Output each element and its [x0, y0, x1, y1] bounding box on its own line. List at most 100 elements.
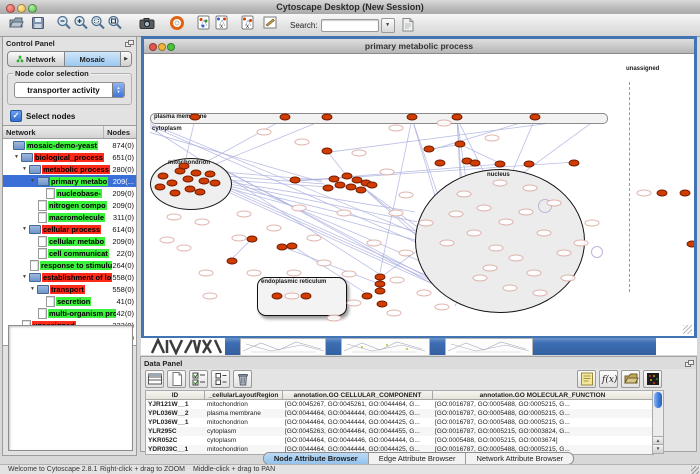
- graph-node[interactable]: [205, 171, 216, 178]
- zoom-in-icon[interactable]: [73, 15, 89, 31]
- tree-row-secretion[interactable]: secretion41(0): [3, 295, 136, 307]
- graph-node[interactable]: [680, 190, 691, 197]
- notes-icon[interactable]: [577, 370, 596, 388]
- canvas-resize-grip[interactable]: [683, 325, 692, 334]
- zoom-out-icon[interactable]: [56, 15, 72, 31]
- layout-card-icon[interactable]: x: [214, 15, 230, 31]
- background-window-sliver[interactable]: [240, 338, 326, 355]
- background-window-sliver[interactable]: [341, 338, 430, 355]
- network-window-titlebar[interactable]: primary metabolic process: [144, 39, 694, 54]
- save-session-icon[interactable]: [30, 15, 46, 31]
- table-scrollbar[interactable]: ▲ ▼: [652, 390, 664, 454]
- expand-arrow-icon[interactable]: ▼: [21, 274, 28, 280]
- graph-node[interactable]: [290, 177, 301, 184]
- graph-node[interactable]: [524, 161, 535, 168]
- graph-node[interactable]: [367, 182, 378, 189]
- graph-node[interactable]: [657, 190, 668, 197]
- filter-doc-icon[interactable]: [400, 17, 416, 33]
- graph-node[interactable]: [362, 293, 373, 300]
- background-window-sliver[interactable]: [141, 338, 149, 355]
- more-tabs-button[interactable]: ▶: [120, 52, 131, 66]
- float-data-panel-icon[interactable]: [685, 360, 693, 367]
- background-window-sliver[interactable]: [326, 338, 341, 355]
- graph-node[interactable]: [190, 114, 201, 121]
- table-row[interactable]: YLR295Ccytoplasm[GO:0045263, GO:0044464,…: [146, 427, 653, 436]
- graph-node[interactable]: [183, 176, 194, 183]
- delete-attribute-icon[interactable]: [233, 370, 252, 388]
- tab-edge-attribute-browser[interactable]: Edge Attribute Browser: [368, 453, 466, 464]
- unselect-attributes-icon[interactable]: [211, 370, 230, 388]
- zoom-selected-icon[interactable]: [90, 15, 106, 31]
- tree-row-macromolecule[interactable]: macromolecule311(0): [3, 211, 136, 223]
- graph-node[interactable]: [530, 114, 541, 121]
- edge[interactable]: [202, 119, 285, 165]
- tab-network-attribute-browser[interactable]: Network Attribute Browser: [465, 453, 573, 464]
- matrix-icon[interactable]: [643, 370, 662, 388]
- tree-row-metabolic-process[interactable]: ▼metabolic process280(0): [3, 163, 136, 175]
- edge[interactable]: [229, 186, 419, 232]
- edit-card-icon[interactable]: [262, 15, 278, 31]
- graph-node[interactable]: [210, 180, 221, 187]
- open-file-icon[interactable]: [8, 15, 24, 31]
- graph-node[interactable]: [435, 160, 446, 167]
- graph-node[interactable]: [155, 184, 166, 191]
- graph-node[interactable]: [687, 241, 695, 248]
- attribute-table-icon[interactable]: [145, 370, 164, 388]
- graph-node[interactable]: [470, 160, 481, 167]
- table-row[interactable]: YKR052Ccytoplasm[GO:0044464, GO:0044446,…: [146, 436, 653, 445]
- table-row[interactable]: YPL036W__1mitochondrion[GO:0044464, GO:0…: [146, 418, 653, 427]
- search-dropdown-button[interactable]: ▼: [381, 18, 395, 33]
- graph-node[interactable]: [199, 178, 210, 185]
- graph-node[interactable]: [179, 163, 190, 170]
- tree-row-response-to-stimulu[interactable]: response to stimulu264(0): [3, 259, 136, 271]
- zoom-fit-icon[interactable]: [107, 15, 123, 31]
- tree-row-cell-communicat[interactable]: cell communicat22(0): [3, 247, 136, 259]
- new-attribute-icon[interactable]: [167, 370, 186, 388]
- tab-network[interactable]: Network: [8, 52, 64, 66]
- search-input[interactable]: [321, 19, 379, 32]
- graph-node[interactable]: [191, 170, 202, 177]
- graph-node[interactable]: [247, 236, 258, 243]
- graph-node[interactable]: [323, 185, 334, 192]
- color-attribute-dropdown[interactable]: transporter activity ▲▼: [14, 82, 125, 98]
- graph-node[interactable]: [375, 274, 386, 281]
- scrollbar-thumb[interactable]: [654, 392, 662, 408]
- tree-row-primary-metabo[interactable]: ▼primary metabo209(...: [3, 175, 136, 187]
- tree-row-nucleobase-[interactable]: nucleobase-209(0): [3, 187, 136, 199]
- graph-node[interactable]: [375, 281, 386, 288]
- background-window-sliver[interactable]: [533, 338, 656, 355]
- graph-node[interactable]: [301, 293, 312, 300]
- graph-node[interactable]: [227, 258, 238, 265]
- graph-node[interactable]: [407, 114, 418, 121]
- graph-node[interactable]: [280, 114, 291, 121]
- float-panel-icon[interactable]: [125, 40, 133, 47]
- edge[interactable]: [186, 119, 195, 159]
- tree-row-multi-organism-pro[interactable]: multi-organism pro42(0): [3, 307, 136, 319]
- select-attributes-icon[interactable]: [189, 370, 208, 388]
- formula-builder-icon[interactable]: f(x): [599, 370, 618, 388]
- graph-node[interactable]: [322, 148, 333, 155]
- graph-node[interactable]: [322, 114, 333, 121]
- graph-node[interactable]: [158, 173, 169, 180]
- table-row[interactable]: YPL036W__2plasma membrane[GO:0044464, GO…: [146, 409, 653, 418]
- tree-row-cellular-metabo[interactable]: cellular metabo209(0): [3, 235, 136, 247]
- column-header[interactable]: annotation.GO MOLECULAR_FUNCTION: [433, 391, 653, 400]
- help-icon[interactable]: [169, 15, 185, 31]
- tree-row-nitrogen-compo[interactable]: nitrogen compo209(0): [3, 199, 136, 211]
- birds-eye-view[interactable]: [8, 325, 133, 451]
- background-window-sliver[interactable]: [225, 338, 240, 355]
- graph-node[interactable]: [424, 146, 435, 153]
- network-canvas[interactable]: plasma membrane cytoplasm mitochondrion …: [144, 54, 694, 336]
- tab-mosaic[interactable]: Mosaic: [64, 52, 121, 66]
- graph-node[interactable]: [455, 141, 466, 148]
- column-header[interactable]: _cellularLayoutRegion: [205, 391, 283, 400]
- edge[interactable]: [230, 188, 440, 281]
- tree-row-establishment-of-lo[interactable]: ▼establishment of lo558(0): [3, 271, 136, 283]
- expand-arrow-icon[interactable]: ▼: [29, 178, 36, 184]
- graph-node[interactable]: [167, 180, 178, 187]
- tree-row-transport[interactable]: ▼transport558(0): [3, 283, 136, 295]
- background-window-sliver[interactable]: [149, 338, 225, 355]
- import-attributes-icon[interactable]: [621, 370, 640, 388]
- column-header[interactable]: ID: [146, 391, 205, 400]
- tab-node-attribute-browser[interactable]: Node Attribute Browser: [264, 453, 368, 464]
